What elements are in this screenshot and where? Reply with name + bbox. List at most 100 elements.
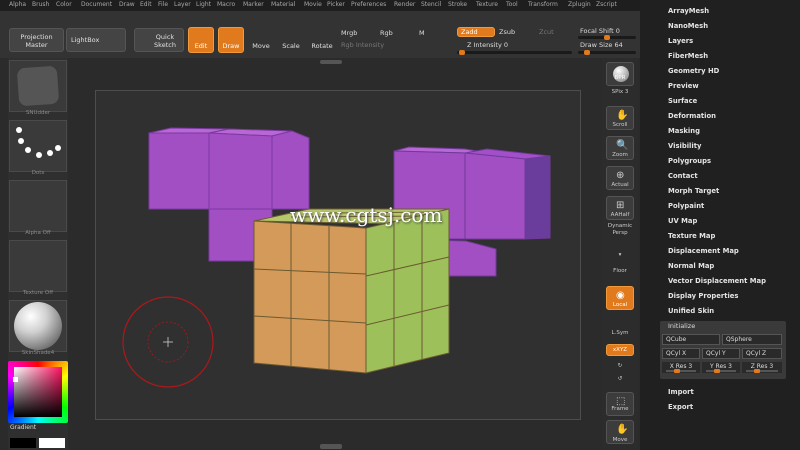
focal-shift-slider[interactable]: Focal Shift 0 — [580, 27, 620, 35]
menu-edit[interactable]: Edit — [140, 1, 152, 8]
menu-movie[interactable]: Movie — [304, 1, 322, 8]
qcyl-z-button[interactable]: QCyl Z — [742, 348, 782, 359]
palette-item-morph-target[interactable]: Morph Target — [668, 187, 719, 195]
focal-shift-knob[interactable] — [604, 35, 610, 40]
palette-item-deformation[interactable]: Deformation — [668, 112, 716, 120]
palette-item-vector-displacement-map[interactable]: Vector Displacement Map — [668, 277, 766, 285]
menu-light[interactable]: Light — [196, 1, 211, 8]
menu-layer[interactable]: Layer — [174, 1, 191, 8]
rotate-y-icon[interactable]: ↻ — [602, 363, 638, 369]
draw-size-knob[interactable] — [584, 50, 590, 55]
menu-brush[interactable]: Brush — [32, 1, 49, 8]
material-thumbnail[interactable] — [9, 300, 67, 352]
edit-button[interactable]: Edit — [188, 27, 214, 53]
menu-stencil[interactable]: Stencil — [421, 1, 441, 8]
draw-button[interactable]: Draw — [218, 27, 244, 53]
zsub-button[interactable]: Zsub — [499, 28, 515, 36]
palette-item-polypaint[interactable]: Polypaint — [668, 202, 704, 210]
canvas-top-scroll-handle[interactable] — [320, 60, 342, 64]
draw-size-slider[interactable]: Draw Size 64 — [580, 41, 623, 49]
mrgb-button[interactable]: Mrgb — [341, 29, 357, 37]
menu-document[interactable]: Document — [81, 1, 112, 8]
menu-marker[interactable]: Marker — [243, 1, 264, 8]
brush-thumbnail[interactable] — [9, 60, 67, 112]
scale-button[interactable]: Scale — [279, 28, 303, 52]
color-picker[interactable] — [8, 361, 68, 423]
z-intensity-slider[interactable]: Z Intensity 0 — [467, 41, 508, 49]
menu-texture[interactable]: Texture — [476, 1, 498, 8]
menu-render[interactable]: Render — [394, 1, 415, 8]
palette-item-polygroups[interactable]: Polygroups — [668, 157, 711, 165]
menu-color[interactable]: Color — [56, 1, 72, 8]
menu-stroke[interactable]: Stroke — [448, 1, 467, 8]
rgb-intensity-slider[interactable]: Rgb Intensity — [341, 41, 384, 49]
import-button[interactable]: Import — [668, 388, 694, 396]
bpr-button[interactable] — [606, 62, 634, 86]
texture-thumbnail[interactable] — [9, 240, 67, 292]
frame-button[interactable]: ⬚ — [606, 392, 634, 416]
palette-item-uv-map[interactable]: UV Map — [668, 217, 697, 225]
y-res-slider[interactable]: Y Res 3 — [702, 362, 740, 373]
menu-alpha[interactable]: Alpha — [9, 1, 26, 8]
saturation-square[interactable] — [14, 367, 62, 417]
x-res-slider[interactable]: X Res 3 — [662, 362, 700, 373]
menu-draw[interactable]: Draw — [119, 1, 135, 8]
menu-zscript[interactable]: Zscript — [596, 1, 617, 8]
palette-item-masking[interactable]: Masking — [668, 127, 700, 135]
qsphere-button[interactable]: QSphere — [722, 334, 782, 345]
palette-item-unified-skin[interactable]: Unified Skin — [668, 307, 714, 315]
palette-item-fibermesh[interactable]: FiberMesh — [668, 52, 708, 60]
palette-item-visibility[interactable]: Visibility — [668, 142, 701, 150]
secondary-color-swatch[interactable] — [39, 438, 65, 448]
palette-item-texture-map[interactable]: Texture Map — [668, 232, 715, 240]
lsym-button[interactable]: L.Sym — [602, 330, 638, 336]
canvas-bottom-scroll-handle[interactable] — [320, 444, 342, 449]
stroke-thumbnail[interactable] — [9, 120, 67, 172]
palette-item-arraymesh[interactable]: ArrayMesh — [668, 7, 709, 15]
color-marker[interactable] — [13, 377, 18, 382]
texture-label: Texture Off — [22, 290, 53, 296]
floor-button[interactable]: Floor — [602, 268, 638, 274]
initialize-header[interactable]: Initialize — [668, 322, 695, 330]
export-button[interactable]: Export — [668, 403, 693, 411]
z-intensity-knob[interactable] — [459, 50, 465, 55]
focal-shift-track[interactable] — [578, 35, 636, 40]
m-button[interactable]: M — [419, 29, 425, 37]
menu-picker[interactable]: Picker — [327, 1, 345, 8]
zcut-button[interactable]: Zcut — [539, 28, 554, 36]
menu-material[interactable]: Material — [271, 1, 295, 8]
palette-item-surface[interactable]: Surface — [668, 97, 697, 105]
move-button[interactable]: Move — [249, 28, 273, 52]
rgb-button[interactable]: Rgb — [380, 29, 393, 37]
zadd-button[interactable]: Zadd — [457, 27, 495, 37]
qcyl-y-button[interactable]: QCyl Y — [702, 348, 740, 359]
palette-item-displacement-map[interactable]: Displacement Map — [668, 247, 739, 255]
z-intensity-track[interactable] — [457, 50, 572, 55]
palette-item-display-properties[interactable]: Display Properties — [668, 292, 738, 300]
qcyl-x-button[interactable]: QCyl X — [662, 348, 700, 359]
spix-slider[interactable]: SPix 3 — [602, 89, 638, 95]
z-res-slider[interactable]: Z Res 3 — [742, 362, 782, 373]
menu-macro[interactable]: Macro — [217, 1, 235, 8]
alpha-thumbnail[interactable] — [9, 180, 67, 232]
palette-item-preview[interactable]: Preview — [668, 82, 699, 90]
menu-file[interactable]: File — [158, 1, 168, 8]
palette-item-layers[interactable]: Layers — [668, 37, 693, 45]
menu-transform[interactable]: Transform — [528, 1, 558, 8]
palette-item-geometry-hd[interactable]: Geometry HD — [668, 67, 719, 75]
menu-zplugin[interactable]: Zplugin — [568, 1, 591, 8]
lightbox-button[interactable]: LightBox — [66, 28, 126, 52]
palette-item-nanomesh[interactable]: NanoMesh — [668, 22, 708, 30]
persp-button[interactable]: Dynamic Persp — [602, 223, 638, 237]
rotate-button[interactable]: Rotate — [309, 28, 335, 52]
menu-tool[interactable]: Tool — [506, 1, 518, 8]
qcube-button[interactable]: QCube — [662, 334, 720, 345]
menu-preferences[interactable]: Preferences — [351, 1, 386, 8]
projection-master-button[interactable]: Projection Master — [9, 28, 64, 52]
rotate-z-icon[interactable]: ↺ — [602, 376, 638, 382]
quick-sketch-button[interactable]: Quick Sketch — [134, 28, 184, 52]
palette-item-contact[interactable]: Contact — [668, 172, 698, 180]
main-color-swatch[interactable] — [10, 438, 36, 448]
palette-item-normal-map[interactable]: Normal Map — [668, 262, 714, 270]
draw-size-track[interactable] — [578, 50, 636, 55]
